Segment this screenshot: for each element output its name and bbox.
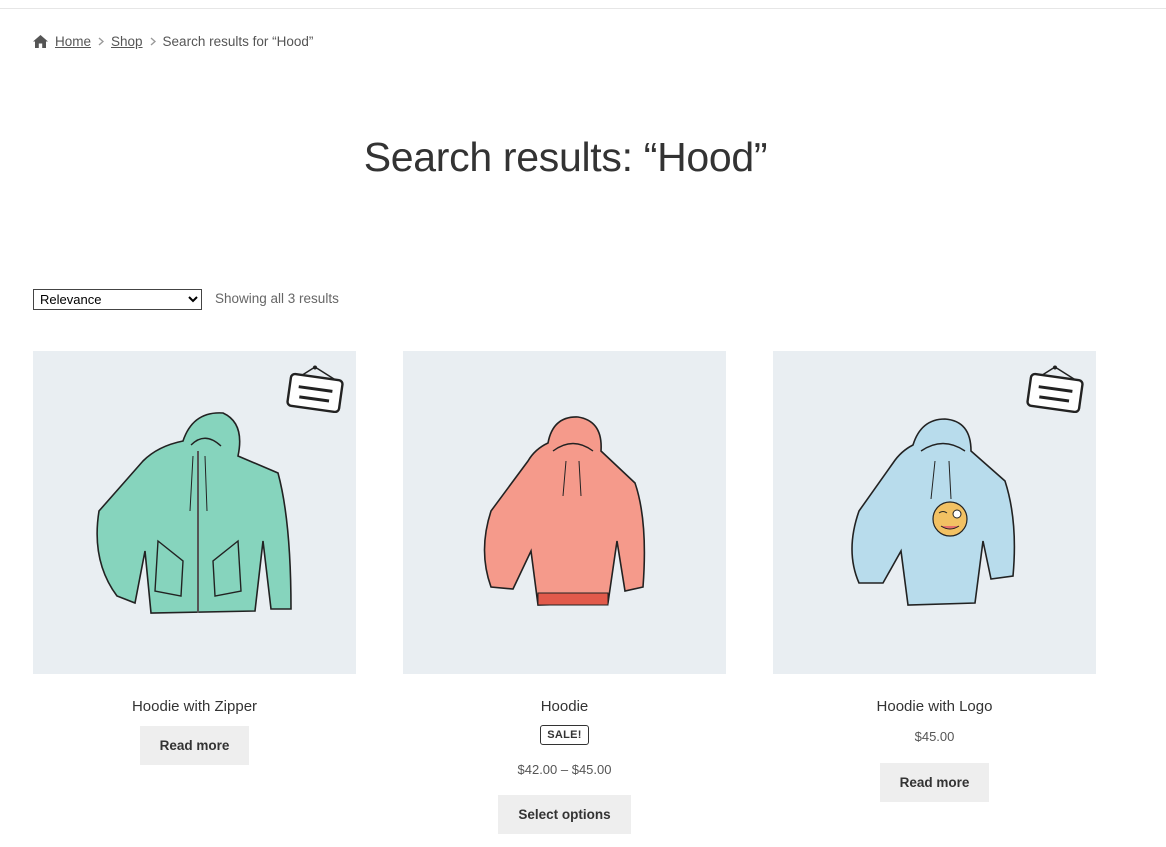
breadcrumb-current: Search results for “Hood” [162, 34, 314, 49]
coming-soon-icon [286, 365, 344, 418]
product-title[interactable]: Hoodie with Logo [773, 698, 1096, 715]
product-price: $42.00 – $45.00 [517, 762, 612, 777]
ordering-form: Relevance [33, 289, 202, 310]
read-more-button[interactable]: Read more [879, 763, 990, 802]
product-thumbnail-link[interactable] [403, 351, 726, 674]
product-title[interactable]: Hoodie with Zipper [33, 698, 356, 715]
product-card: Hoodie with Logo $45.00 Read more [773, 351, 1096, 802]
read-more-button[interactable]: Read more [139, 726, 250, 765]
chevron-right-icon [150, 37, 156, 46]
select-options-button[interactable]: Select options [498, 795, 631, 834]
orderby-select[interactable]: Relevance [33, 289, 202, 310]
breadcrumb-home-link[interactable]: Home [55, 34, 91, 49]
hoodie-image [483, 416, 646, 606]
product-thumbnail-link[interactable] [33, 351, 356, 674]
breadcrumb: Home Shop Search results for “Hood” [33, 34, 313, 49]
product-title[interactable]: Hoodie [403, 698, 726, 715]
product-card: Hoodie with Zipper Read more [33, 351, 356, 765]
breadcrumb-shop-link[interactable]: Shop [111, 34, 143, 49]
header-divider [0, 8, 1166, 9]
product-thumbnail-link[interactable] [773, 351, 1096, 674]
chevron-right-icon [98, 37, 105, 46]
coming-soon-icon [1026, 365, 1084, 418]
product-card: Hoodie SALE! $42.00 – $45.00 Select opti… [403, 351, 726, 834]
product-price: $45.00 [914, 729, 955, 744]
page-title: Search results: “Hood” [363, 134, 768, 180]
home-icon [33, 35, 48, 48]
result-count: Showing all 3 results [215, 291, 339, 306]
sale-badge: SALE! [540, 725, 589, 745]
